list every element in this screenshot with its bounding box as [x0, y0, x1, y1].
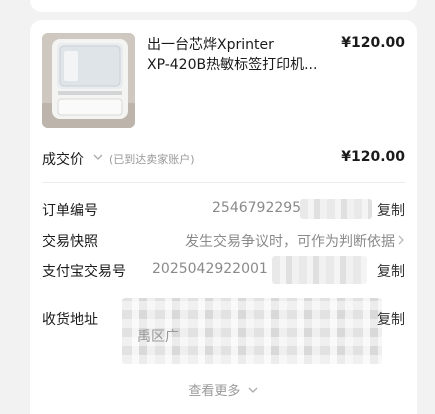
divider [42, 182, 405, 183]
address-visible-fragment: 禹区广 [137, 329, 179, 345]
view-more-label: 查看更多 [188, 384, 241, 399]
product-title-line2: XP-420B热敏标签打印机... [147, 57, 318, 73]
order-detail-card: 出一台芯烨Xprinter XP-420B热敏标签打印机... ¥120.00 … [30, 20, 417, 414]
alipay-trade-value: 2025042922001 [152, 261, 268, 277]
previous-card-bottom [30, 0, 417, 12]
copy-alipay-button[interactable]: 复制 [377, 261, 405, 281]
alipay-trade-row: 支付宝交易号 2025042922001 复制 [42, 256, 405, 284]
chevron-down-icon [248, 387, 258, 393]
redacted-order-number [300, 199, 372, 219]
redacted-alipay-number [272, 256, 367, 284]
copy-address-button[interactable]: 复制 [377, 309, 405, 329]
alipay-trade-label: 支付宝交易号 [42, 264, 126, 280]
product-title[interactable]: 出一台芯烨Xprinter XP-420B热敏标签打印机... [147, 35, 343, 75]
snapshot-hint: 发生交易争议时，可作为判断依据 [185, 234, 395, 250]
chevron-right-icon [398, 235, 404, 245]
order-number-label: 订单编号 [42, 203, 98, 219]
deal-price-value: ¥120.00 [341, 149, 405, 165]
snapshot-label: 交易快照 [42, 234, 98, 250]
deal-price-row: 成交价 (已到达卖家账户) ¥120.00 [42, 147, 405, 169]
deal-price-note: (已到达卖家账户) [109, 153, 195, 166]
deal-price-label: 成交价 [42, 152, 84, 168]
chevron-down-icon[interactable] [92, 151, 104, 163]
product-image[interactable] [42, 33, 135, 128]
order-number-row: 订单编号 2546792295 复制 [42, 199, 405, 221]
copy-order-number-button[interactable]: 复制 [377, 200, 405, 220]
snapshot-row[interactable]: 交易快照 发生交易争议时，可作为判断依据 [42, 230, 405, 252]
product-price: ¥120.00 [341, 35, 405, 51]
address-row: 收货地址 禹区广 复制 [42, 298, 405, 368]
address-label: 收货地址 [42, 312, 98, 328]
order-number-value: 2546792295 [212, 200, 302, 216]
product-title-line1: 出一台芯烨Xprinter [147, 37, 274, 53]
view-more-button[interactable]: 查看更多 [30, 380, 417, 399]
label-printer-picture [42, 33, 135, 128]
